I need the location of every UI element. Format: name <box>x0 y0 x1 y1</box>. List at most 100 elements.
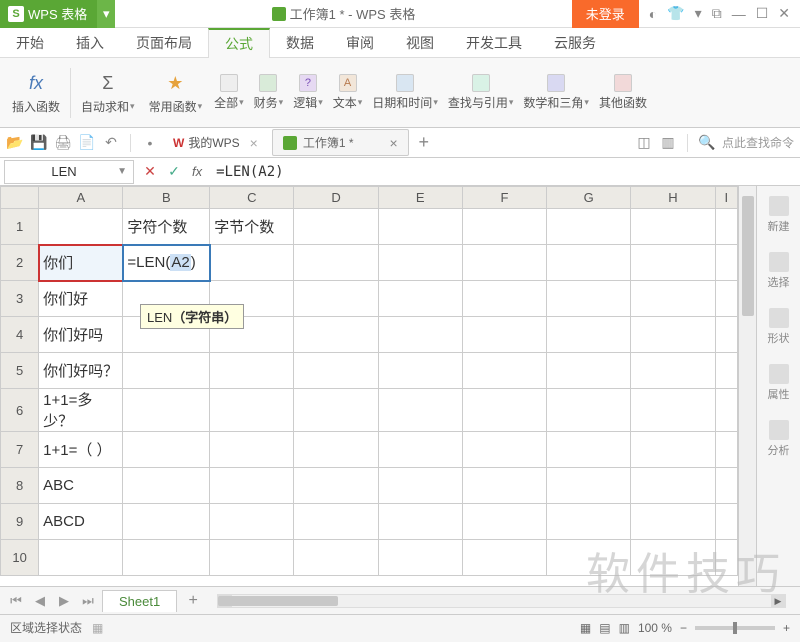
search-placeholder[interactable]: 点此查找命令 <box>722 134 794 151</box>
row-header-3[interactable]: 3 <box>1 281 39 317</box>
col-header-H[interactable]: H <box>631 187 715 209</box>
close-icon[interactable]: ✕ <box>778 5 790 22</box>
row-header-4[interactable]: 4 <box>1 317 39 353</box>
app-menu-dropdown[interactable]: ▾ <box>97 0 115 28</box>
row-header-5[interactable]: 5 <box>1 353 39 389</box>
cell-A2[interactable]: 你们 <box>39 245 123 281</box>
cell-A1[interactable] <box>39 209 123 245</box>
sheet-nav-next[interactable]: ▶ <box>54 593 74 609</box>
cell-B1[interactable]: 字符个数 <box>123 209 210 245</box>
new-tab-button[interactable]: + <box>415 134 433 152</box>
view-page-icon[interactable]: ▤ <box>599 621 610 635</box>
menu-dev[interactable]: 开发工具 <box>450 28 538 57</box>
ribbon-datetime[interactable]: 日期和时间▾ <box>368 61 442 125</box>
preview-icon[interactable]: 📄 <box>78 134 96 152</box>
sync-icon[interactable]: ◐ <box>649 6 657 22</box>
confirm-formula-button[interactable]: ✓ <box>162 163 186 180</box>
row-header-2[interactable]: 2 <box>1 245 39 281</box>
my-wps-close[interactable]: × <box>250 135 258 151</box>
menu-cloud[interactable]: 云服务 <box>538 28 612 57</box>
menu-home[interactable]: 开始 <box>0 28 60 57</box>
col-header-B[interactable]: B <box>123 187 210 209</box>
row-header-10[interactable]: 10 <box>1 540 39 576</box>
ribbon-other[interactable]: 其他函数 <box>595 61 651 125</box>
cell-B2[interactable]: =LEN(A2) <box>123 245 210 281</box>
view-break-icon[interactable]: ▥ <box>619 621 630 635</box>
qb-right-icon2[interactable]: ▥ <box>659 134 677 152</box>
help-dropdown-icon[interactable]: ▾ <box>695 5 702 22</box>
cell-C1[interactable]: 字节个数 <box>210 209 294 245</box>
row-header-8[interactable]: 8 <box>1 468 39 504</box>
my-wps-tab[interactable]: W 我的WPS × <box>165 134 266 151</box>
fx-icon[interactable]: fx <box>192 164 202 179</box>
skin-icon[interactable]: 👕 <box>667 5 684 22</box>
menu-view[interactable]: 视图 <box>390 28 450 57</box>
doc-tab-close[interactable]: × <box>390 135 398 151</box>
qb-right-icon1[interactable]: ◫ <box>635 134 653 152</box>
col-header-C[interactable]: C <box>210 187 294 209</box>
cell-A3[interactable]: 你们好 <box>39 281 123 317</box>
sheet-nav-first[interactable]: ⏮ <box>6 593 26 609</box>
col-header-A[interactable]: A <box>39 187 123 209</box>
ribbon-math[interactable]: 数学和三角▾ <box>519 61 593 125</box>
side-new[interactable]: 新建 <box>768 192 790 238</box>
undo-icon[interactable]: ↶ <box>102 134 120 152</box>
vscroll-thumb[interactable] <box>742 196 754 316</box>
sheet-tab-1[interactable]: Sheet1 <box>102 590 177 612</box>
search-icon[interactable]: 🔍 <box>698 134 716 152</box>
view-normal-icon[interactable]: ▦ <box>580 621 591 635</box>
ribbon-finance[interactable]: 财务▾ <box>250 61 288 125</box>
menu-formula[interactable]: 公式 <box>208 28 270 58</box>
menu-review[interactable]: 审阅 <box>330 28 390 57</box>
cell-A5[interactable]: 你们好吗？ <box>39 353 123 389</box>
menu-data[interactable]: 数据 <box>270 28 330 57</box>
vertical-scrollbar[interactable] <box>738 186 756 586</box>
row-header-6[interactable]: 6 <box>1 389 39 432</box>
zoom-slider[interactable] <box>695 626 775 630</box>
cell-A9[interactable]: ABCD <box>39 504 123 540</box>
menu-insert[interactable]: 插入 <box>60 28 120 57</box>
ribbon-logic[interactable]: ? 逻辑▾ <box>289 61 327 125</box>
login-button[interactable]: 未登录 <box>572 0 639 28</box>
restore-icon[interactable]: ⧉ <box>712 5 722 22</box>
open-icon[interactable]: 📂 <box>6 134 24 152</box>
formula-input[interactable]: =LEN(A2) <box>208 164 800 180</box>
cancel-formula-button[interactable]: ✕ <box>138 163 162 180</box>
add-sheet-button[interactable]: + <box>181 592 205 610</box>
col-header-G[interactable]: G <box>547 187 631 209</box>
horizontal-scrollbar[interactable]: ◀ ▶ <box>217 594 786 608</box>
save-icon[interactable]: 💾 <box>30 134 48 152</box>
name-box-dropdown-icon[interactable]: ▼ <box>117 166 127 177</box>
print-icon[interactable]: 🖨 <box>54 134 72 152</box>
select-all-corner[interactable] <box>1 187 39 209</box>
sheet-nav-prev[interactable]: ◀ <box>30 593 50 609</box>
ribbon-text[interactable]: A 文本▾ <box>329 61 367 125</box>
row-header-7[interactable]: 7 <box>1 432 39 468</box>
hscroll-right[interactable]: ▶ <box>771 595 785 607</box>
redo-icon[interactable]: • <box>141 134 159 152</box>
side-select[interactable]: 选择 <box>768 248 790 294</box>
ribbon-all[interactable]: 全部▾ <box>210 61 248 125</box>
zoom-in-button[interactable]: + <box>783 621 790 635</box>
ribbon-insert-function[interactable]: fx 插入函数 <box>6 61 66 125</box>
col-header-D[interactable]: D <box>294 187 378 209</box>
grid[interactable]: A B C D E F G H I 1 字符个数 字节个数 2 你们 =LEN(… <box>0 186 738 586</box>
maximize-icon[interactable]: ☐ <box>756 5 769 22</box>
cell-A6[interactable]: 1+1=多少？ <box>39 389 123 432</box>
menu-layout[interactable]: 页面布局 <box>120 28 208 57</box>
app-badge[interactable]: S WPS 表格 ▾ <box>0 0 115 28</box>
cell-A7[interactable]: 1+1=（ ） <box>39 432 123 468</box>
ribbon-lookup[interactable]: 查找与引用▾ <box>444 61 518 125</box>
ribbon-common-fn[interactable]: ★ 常用函数▾ <box>143 61 209 125</box>
row-header-1[interactable]: 1 <box>1 209 39 245</box>
name-box[interactable]: LEN ▼ <box>4 160 134 184</box>
col-header-E[interactable]: E <box>378 187 462 209</box>
row-header-9[interactable]: 9 <box>1 504 39 540</box>
side-props[interactable]: 属性 <box>768 360 790 406</box>
hscroll-thumb[interactable] <box>218 596 338 606</box>
minimize-icon[interactable]: — <box>732 6 746 22</box>
cell-A8[interactable]: ABC <box>39 468 123 504</box>
sheet-nav-last[interactable]: ⏭ <box>78 593 98 609</box>
ribbon-autosum[interactable]: Σ 自动求和▾ <box>75 61 141 125</box>
col-header-F[interactable]: F <box>462 187 546 209</box>
